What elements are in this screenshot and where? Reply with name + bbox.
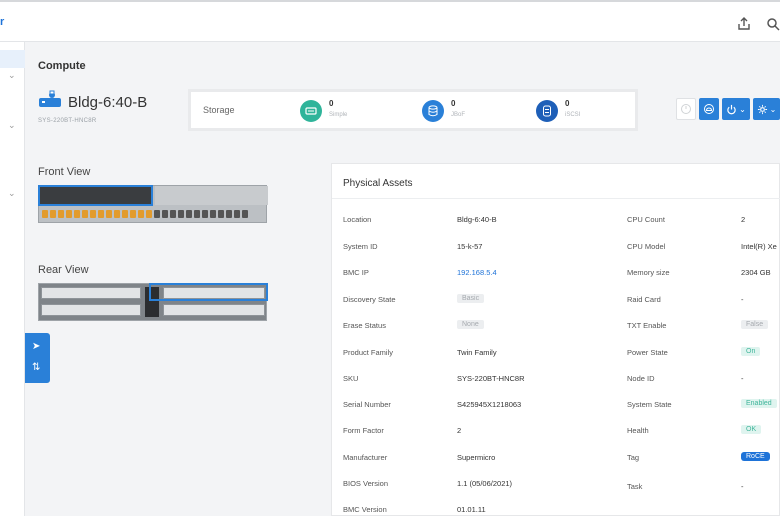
send-icon[interactable]: ➤ (32, 341, 40, 352)
asset-label: Discovery State (343, 295, 396, 304)
asset-label: Memory size (627, 268, 670, 277)
left-sidebar: ⌄ ⌄ ⌄ (0, 42, 25, 516)
front-view-title: Front View (38, 166, 91, 178)
power-icon (727, 104, 736, 114)
sidebar-item-active[interactable] (0, 50, 25, 68)
asset-label: BMC IP (343, 268, 369, 277)
asset-value: S425945X1218063 (457, 400, 522, 409)
chevron-down-icon: ⌄ (769, 104, 777, 114)
asset-label: Health (627, 426, 649, 435)
asset-label: System ID (343, 242, 378, 251)
asset-value: - (741, 374, 744, 383)
cloud-button[interactable] (699, 98, 719, 120)
storage-simple-count: 0 (329, 99, 334, 108)
rear-view-title: Rear View (38, 264, 89, 276)
asset-value: Supermicro (457, 453, 496, 462)
front-view-selected-node[interactable] (38, 185, 153, 206)
asset-value: SYS-220BT-HNC8R (457, 374, 525, 383)
drive-bay-row (42, 210, 248, 218)
asset-label: Node ID (627, 374, 655, 383)
asset-label: Form Factor (343, 426, 384, 435)
main-content: Compute Bldg-6:40-B SYS-220BT-HNC8R Stor… (25, 42, 780, 516)
rear-view-selected-node[interactable] (149, 283, 268, 301)
front-view-image[interactable] (38, 185, 268, 223)
asset-label: CPU Model (627, 242, 666, 251)
floating-side-tabs: ➤ ⇅ (25, 333, 50, 383)
chevron-down-icon[interactable]: ⌄ (8, 120, 16, 131)
status-badge: RoCE (741, 452, 770, 461)
device-name: Bldg-6:40-B (68, 94, 148, 111)
storage-jbof-label: JBoF (451, 112, 466, 118)
status-badge: None (457, 320, 484, 329)
asset-label: BIOS Version (343, 479, 389, 488)
asset-label: BMC Version (343, 505, 387, 514)
asset-label: Task (627, 482, 643, 491)
search-icon[interactable] (765, 16, 780, 32)
device-model: SYS-220BT-HNC8R (38, 118, 97, 124)
status-badge: Enabled (741, 399, 777, 408)
front-bay-top-right (155, 186, 268, 205)
rear-node-2 (41, 304, 141, 316)
asset-value: Twin Family (457, 348, 497, 357)
status-badge: False (741, 320, 769, 329)
storage-label: Storage (203, 105, 235, 115)
asset-value: - (741, 295, 744, 304)
asset-label: Manufacturer (343, 453, 388, 462)
physical-assets-title: Physical Assets (343, 178, 413, 189)
rear-view-image[interactable] (38, 283, 268, 321)
asset-label: CPU Count (627, 215, 665, 224)
settings-menu-button[interactable]: ⌄ (753, 98, 780, 120)
storage-summary-card: Storage 0 Simple 0 JBoF 0 iSCSI (188, 89, 638, 131)
storage-jbof-count: 0 (451, 99, 456, 108)
app-window: r ⌄ ⌄ ⌄ Compute Bldg-6:40-B SYS-220BT-HN… (0, 0, 780, 516)
asset-label: TXT Enable (627, 321, 667, 330)
status-badge: On (741, 347, 761, 356)
asset-value: 2 (741, 215, 746, 224)
chevron-down-icon: ⌄ (739, 104, 746, 114)
disk-stack-icon (536, 100, 558, 122)
asset-label: Location (343, 215, 372, 224)
asset-value: - (741, 482, 744, 491)
storage-iscsi-count: 0 (565, 99, 570, 108)
top-bar: r (0, 0, 780, 42)
status-badge: Basic (457, 294, 485, 303)
asset-value: 1.1 (05/06/2021) (457, 479, 513, 488)
asset-label: Raid Card (627, 295, 661, 304)
power-disabled-button[interactable] (676, 98, 696, 120)
app-logo-fragment[interactable]: r (0, 16, 4, 28)
asset-label: Power State (627, 348, 668, 357)
storage-iscsi-label: iSCSI (565, 112, 581, 118)
asset-value: Intel(R) Xe (741, 242, 777, 251)
cloud-icon (704, 104, 714, 114)
storage-simple-label: Simple (329, 112, 348, 118)
asset-label: Serial Number (343, 400, 391, 409)
database-icon (422, 100, 444, 122)
asset-value: 01.01.11 (457, 505, 486, 514)
asset-label: Tag (627, 453, 640, 462)
settings-icon (757, 104, 767, 114)
bmc-ip-link[interactable]: 192.168.5.4 (457, 268, 497, 277)
server-icon (39, 90, 61, 107)
rear-node-4 (163, 304, 265, 316)
asset-value: 2304 GB (741, 268, 771, 277)
physical-assets-panel: Physical Assets Location Bldg-6:40-B Syste… (331, 163, 780, 516)
status-badge: OK (741, 425, 762, 434)
asset-label: Product Family (343, 348, 394, 357)
asset-label: Erase Status (343, 321, 386, 330)
chevron-down-icon[interactable]: ⌄ (8, 188, 16, 199)
power-menu-button[interactable]: ⌄ (722, 98, 750, 120)
share-icon[interactable] (736, 16, 752, 32)
page-title: Compute (38, 60, 86, 72)
asset-value: Bldg-6:40-B (457, 215, 497, 224)
rear-node-1 (41, 287, 141, 299)
swap-icon[interactable]: ⇅ (32, 362, 40, 373)
divider (332, 198, 780, 199)
power-disabled-icon (681, 104, 691, 114)
asset-value: 15-k-57 (457, 242, 483, 251)
chevron-down-icon[interactable]: ⌄ (8, 70, 16, 81)
asset-value: 2 (457, 426, 462, 435)
asset-label: System State (627, 400, 672, 409)
asset-label: SKU (343, 374, 359, 383)
drive-icon (300, 100, 322, 122)
